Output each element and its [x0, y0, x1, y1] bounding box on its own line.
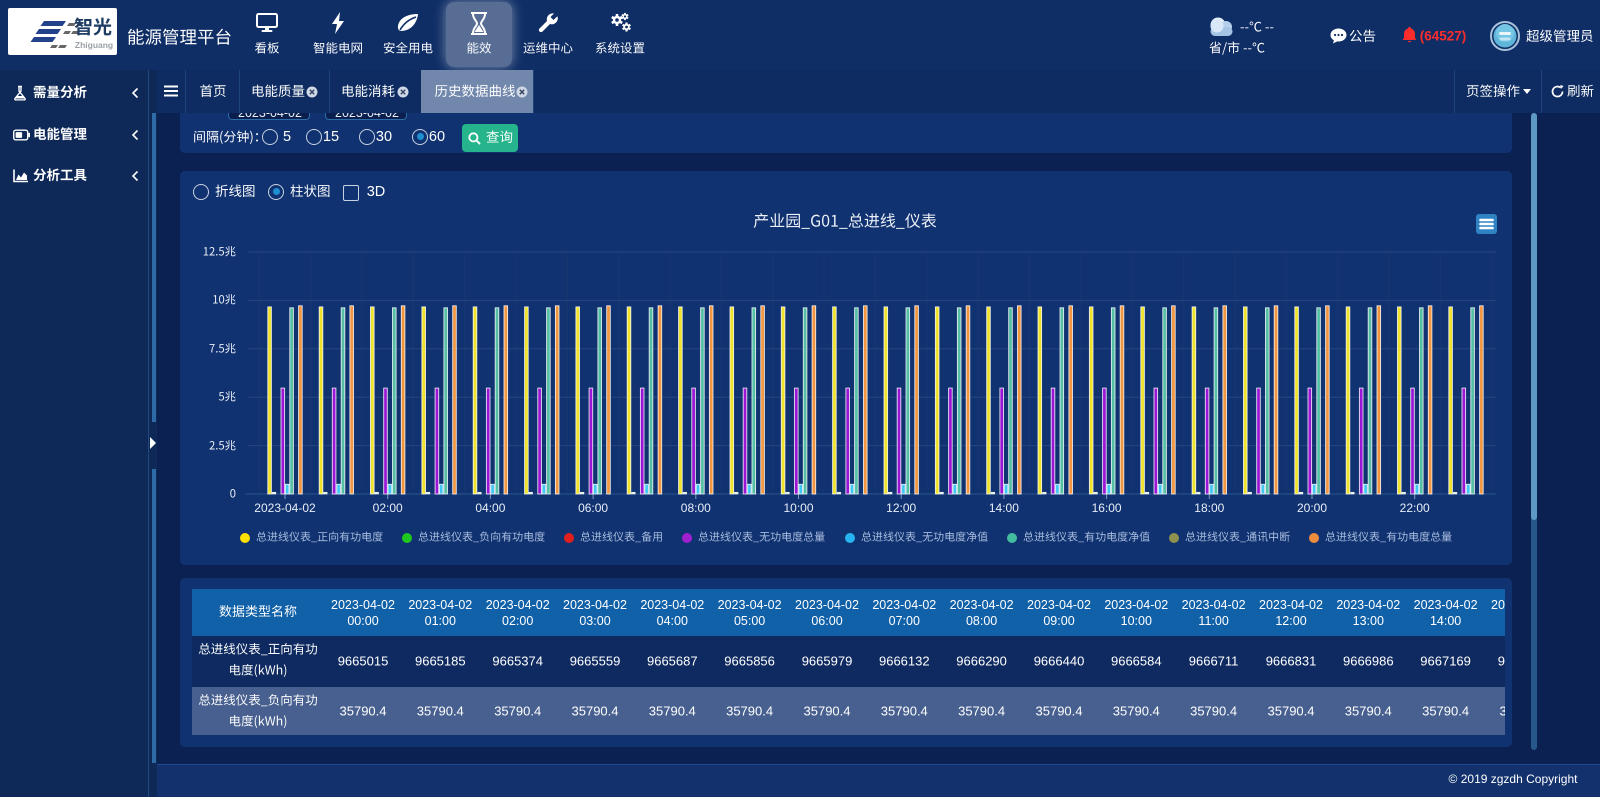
svg-text:20:00: 20:00 — [1297, 501, 1327, 515]
svg-text:12:00: 12:00 — [886, 501, 916, 515]
svg-text:2023-04-02: 2023-04-02 — [254, 501, 316, 515]
svg-text:02:00: 02:00 — [373, 501, 403, 515]
svg-text:16:00: 16:00 — [1092, 501, 1122, 515]
svg-text:06:00: 06:00 — [578, 501, 608, 515]
svg-text:04:00: 04:00 — [475, 501, 505, 515]
svg-text:10:00: 10:00 — [783, 501, 813, 515]
svg-text:14:00: 14:00 — [989, 501, 1019, 515]
svg-text:22:00: 22:00 — [1400, 501, 1430, 515]
svg-text:08:00: 08:00 — [681, 501, 711, 515]
svg-text:18:00: 18:00 — [1194, 501, 1224, 515]
